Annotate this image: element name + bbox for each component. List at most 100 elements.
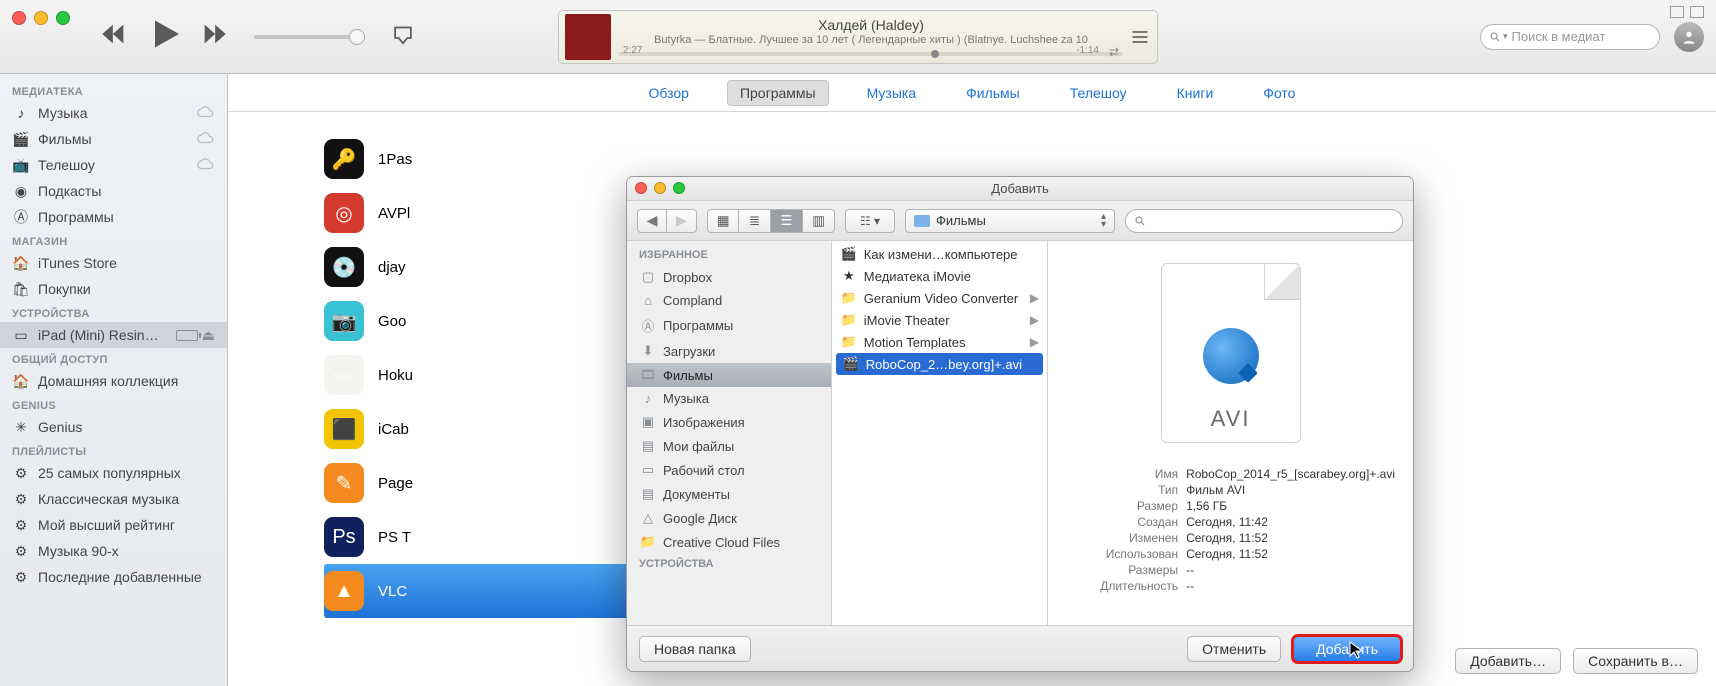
search-input[interactable]: ▾ Поиск в медиат [1480,24,1660,50]
dialog-sidebar-item[interactable]: 📁Creative Cloud Files [627,530,831,554]
new-folder-button[interactable]: Новая папка [639,636,751,662]
sidebar-item-label: Последние добавленные [38,569,202,585]
dialog-footer: Новая папка Отменить Добавить [627,625,1413,671]
sidebar-item[interactable]: ✳Genius [0,414,227,440]
dialog-sidebar-item[interactable]: ▤Мои файлы [627,434,831,458]
sidebar-item-label: Классическая музыка [38,491,179,507]
sidebar-item-icon: ⚙ [12,516,30,534]
next-button[interactable] [200,20,228,53]
sidebar-item[interactable]: ◉Подкасты [0,178,227,204]
file-row[interactable]: 📁Geranium Video Converter▶ [832,287,1047,309]
sidebar-item[interactable]: ▭iPad (Mini) Resin…⏏ [0,322,227,348]
coverflow-view-button[interactable]: ▥ [803,209,835,233]
dialog-sidebar-item[interactable]: ⬇Загрузки [627,339,831,363]
list-view-button[interactable]: ≣ [739,209,771,233]
preview-meta-value: 1,56 ГБ [1186,499,1395,513]
tab[interactable]: Книги [1165,81,1226,105]
file-row[interactable]: 🎬RoboCop_2…bey.org]+.avi [836,353,1043,375]
cloud-icon [197,157,215,173]
sidebar-item[interactable]: 🎬Фильмы [0,126,227,152]
previous-button[interactable] [100,20,128,53]
arrange-button[interactable]: ☷ ▾ [845,209,895,233]
file-icon: 🎬 [842,356,860,372]
preview-meta-value: -- [1186,563,1395,577]
tab[interactable]: Музыка [855,81,929,105]
up-next-icon[interactable] [1129,26,1151,48]
file-row[interactable]: 📁Motion Templates▶ [832,331,1047,353]
dialog-sidebar-item[interactable]: ♪Музыка [627,387,831,410]
cancel-button[interactable]: Отменить [1187,636,1281,662]
preview-meta-value: RoboCop_2014_r5_[scarabey.org]+.avi [1186,467,1395,481]
back-button[interactable]: ◀ [637,209,667,233]
save-button[interactable]: Сохранить в… [1573,648,1698,674]
tab[interactable]: Программы [727,80,829,106]
sidebar-item[interactable]: ⚙Мой высший рейтинг [0,512,227,538]
tab[interactable]: Фото [1251,81,1307,105]
dialog-zoom-button[interactable] [673,182,685,194]
dialog-sidebar-item[interactable]: ⒶПрограммы [627,312,831,339]
zoom-window-button[interactable] [56,11,70,25]
dialog-minimize-button[interactable] [654,182,666,194]
tab[interactable]: Обзор [637,81,701,105]
airplay-icon[interactable] [382,24,414,50]
dialog-sidebar-item[interactable]: △Google Диск [627,506,831,530]
sidebar-item[interactable]: 📺Телешоу [0,152,227,178]
close-window-button[interactable] [12,11,26,25]
sidebar-item-icon: ✳ [12,418,30,436]
play-button[interactable] [146,16,182,57]
fullscreen-icon[interactable] [1690,6,1704,18]
sidebar-item[interactable]: ⒶПрограммы [0,204,227,230]
file-row[interactable]: 🎬Как измени…компьютере [832,243,1047,265]
sidebar-section-header: МАГАЗИН [0,230,227,250]
miniplayer-icon[interactable] [1670,6,1684,18]
preview-meta-key: Изменен [1066,531,1178,545]
sidebar-item[interactable]: ⚙ Классическая музыка [0,486,227,512]
file-row[interactable]: 📁iMovie Theater▶ [832,309,1047,331]
file-row[interactable]: ★Медиатека iMovie [832,265,1047,287]
sidebar-item[interactable]: ♪Музыка [0,100,227,126]
dialog-sidebar-item[interactable]: ⌂Compland [627,289,831,312]
file-icon: 🎬 [840,246,858,262]
add-button[interactable]: Добавить… [1455,648,1561,674]
dialog-sidebar-item[interactable]: 🎞Фильмы [627,363,831,387]
sidebar-item-icon: ⚙ [12,490,30,508]
dialog-add-button[interactable]: Добавить [1293,636,1401,662]
window-mode-icons [1670,6,1704,18]
forward-button[interactable]: ▶ [667,209,697,233]
dialog-sidebar-item[interactable]: ▭Рабочий стол [627,458,831,482]
file-label: Медиатека iMovie [864,269,971,284]
dialog-sidebar-item[interactable]: ▣Изображения [627,410,831,434]
dialog-sidebar-item[interactable]: ▢Dropbox [627,265,831,289]
dialog-titlebar: Добавить [627,177,1413,201]
icon-view-button[interactable]: ▦ [707,209,739,233]
account-button[interactable] [1674,22,1704,52]
app-name: djay [378,259,406,276]
sidebar-item[interactable]: ⚙25 самых популярных [0,460,227,486]
app-icon: ⬛ [324,409,364,449]
sidebar-item-label: iTunes Store [38,255,117,271]
column-view-button[interactable]: ☰ [771,209,803,233]
sidebar-item[interactable]: ⚙Последние добавленные [0,564,227,590]
eject-icon[interactable]: ⏏ [202,327,215,344]
dialog-sidebar-item[interactable]: ▤Документы [627,482,831,506]
sidebar: МЕДИАТЕКА♪Музыка🎬Фильмы📺Телешоу◉Подкасты… [0,74,228,686]
preview-meta-key: Размер [1066,499,1178,513]
tab[interactable]: Фильмы [954,81,1032,105]
sidebar-item[interactable]: ⚙Музыка 90-х [0,538,227,564]
preview-meta-row: Размеры-- [1066,563,1395,577]
dialog-sidebar-label: Изображения [663,415,745,430]
sidebar-item[interactable]: 🏠Домашняя коллекция [0,368,227,394]
sidebar-item[interactable]: 🛍Покупки [0,276,227,302]
preview-meta-value: Сегодня, 11:52 [1186,531,1395,545]
shuffle-icon[interactable]: ⇄ [1109,45,1119,59]
minimize-window-button[interactable] [34,11,48,25]
dialog-search-input[interactable] [1125,209,1403,233]
dialog-nav-buttons: ◀ ▶ [637,209,697,233]
volume-slider[interactable] [254,35,364,39]
playback-progress[interactable] [619,52,1123,56]
tab[interactable]: Телешоу [1058,81,1139,105]
sidebar-item[interactable]: 🏠iTunes Store [0,250,227,276]
location-popup[interactable]: Фильмы ▴▾ [905,209,1115,233]
window-controls [12,11,70,25]
dialog-close-button[interactable] [635,182,647,194]
